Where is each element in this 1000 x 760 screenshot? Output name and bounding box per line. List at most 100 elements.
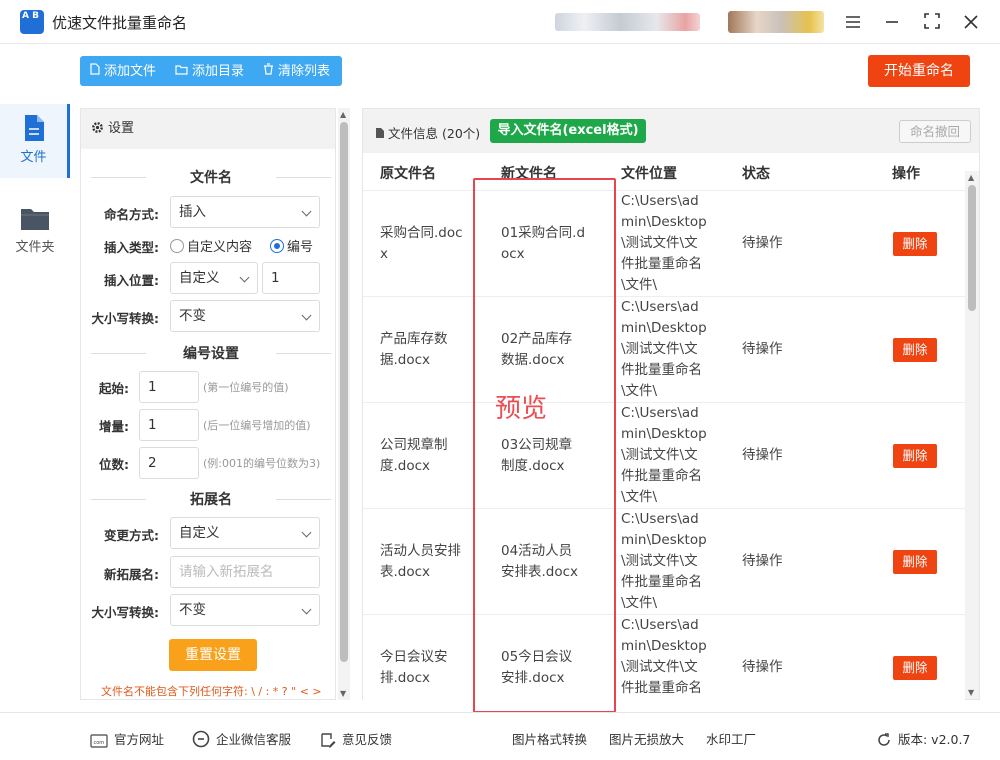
file-panel: 文件信息 (20个) 导入文件名(excel格式) 命名撤回 原文件名 新文件名 … <box>362 108 980 721</box>
cell-location: C:\Users\ad min\Desktop \测试文件\文 件批量重命名 \文件\ <box>621 509 707 614</box>
cell-original-name: 产品库存数 据.docx <box>380 329 448 371</box>
cell-location-line: 件批量重命名 <box>621 468 702 484</box>
feedback-link[interactable]: 意见反馈 <box>320 729 392 748</box>
settings-title: 设置 <box>108 121 135 136</box>
close-icon[interactable] <box>958 9 984 35</box>
nav-item-folder[interactable]: 文件夹 <box>0 196 70 270</box>
settings-panel: 设置 文件名 命名方式: 插入 插入类型: 自定义内容 编号 插入位置: 自定义… <box>80 108 336 700</box>
cell-status: 待操作 <box>742 659 783 675</box>
delete-button[interactable]: 删除 <box>893 338 937 362</box>
scroll-down-icon[interactable]: ▼ <box>968 688 974 697</box>
ext-case-select[interactable]: 不变 <box>170 594 320 626</box>
gear-icon <box>92 122 103 133</box>
menu-icon[interactable] <box>840 9 866 35</box>
digits-input[interactable]: 2 <box>139 447 199 479</box>
scroll-thumb[interactable] <box>340 122 348 662</box>
file-panel-header: 文件信息 (20个) 导入文件名(excel格式) 命名撤回 <box>363 109 979 153</box>
delete-button[interactable]: 删除 <box>893 550 937 574</box>
section-filename: 文件名 <box>91 167 331 187</box>
chevron-down-icon <box>301 604 312 615</box>
start-rename-button[interactable]: 开始重命名 <box>868 55 970 87</box>
maximize-icon[interactable] <box>919 9 945 35</box>
cell-original-name-line: x <box>380 246 388 262</box>
table-row[interactable]: 采购合同.doc x 01采购合同.d ocx C:\Users\ad min\Deskt… <box>363 191 965 297</box>
table-row[interactable]: 产品库存数 据.docx 02产品库存 数据.docx C:\Users\ad min\D… <box>363 297 965 403</box>
feedback-label: 意见反馈 <box>342 732 393 747</box>
table-row[interactable]: 活动人员安排 表.docx 04活动人员 安排表.docx C:\Users\ad min… <box>363 509 965 615</box>
naming-method-value: 插入 <box>179 204 206 220</box>
cell-location-line: 件批量重命名 <box>621 680 702 696</box>
radio-custom-content[interactable]: 自定义内容 <box>170 236 252 255</box>
scroll-up-icon[interactable]: ▲ <box>340 110 346 119</box>
start-label: 起始: <box>99 381 129 396</box>
ext-method-select[interactable]: 自定义 <box>170 517 320 549</box>
user-account-blurred[interactable] <box>555 13 700 31</box>
col-original-name: 原文件名 <box>380 166 436 182</box>
step-hint: (后一位编号增加的值) <box>203 419 311 432</box>
chevron-down-icon <box>239 272 250 283</box>
user-avatar-blurred[interactable] <box>728 11 824 33</box>
app-logo-icon: A B <box>20 10 44 34</box>
website-label: 官方网址 <box>114 732 165 747</box>
website-link[interactable]: com 官方网址 <box>90 729 164 748</box>
cell-location-line: \文件\ <box>621 277 658 293</box>
add-dir-button[interactable]: 添加目录 <box>175 56 244 86</box>
settings-scrollbar[interactable]: ▲ ▼ <box>338 108 350 700</box>
chevron-down-icon <box>301 527 312 538</box>
table-row[interactable]: 今日会议安 排.docx 05今日会议 安排.docx C:\Users\ad min\D… <box>363 615 965 721</box>
file-info-label: 文件信息 <box>388 126 439 141</box>
table-row[interactable]: 公司规章制 度.docx 03公司规章 制度.docx C:\Users\ad min\D… <box>363 403 965 509</box>
clear-list-button[interactable]: 清除列表 <box>263 56 330 86</box>
delete-button[interactable]: 删除 <box>893 444 937 468</box>
cell-original-name-line: 度.docx <box>380 458 431 474</box>
new-ext-input[interactable]: 请输入新拓展名 <box>170 556 320 588</box>
scroll-down-icon[interactable]: ▼ <box>340 689 346 698</box>
cell-original-name-line: 活动人员安排 <box>380 543 461 559</box>
scroll-thumb[interactable] <box>968 185 976 311</box>
cell-location-line: C:\Users\ad <box>621 405 699 421</box>
watermark-link[interactable]: 水印工厂 <box>706 729 756 748</box>
file-info: 文件信息 (20个) <box>375 123 480 142</box>
delete-button[interactable]: 删除 <box>893 656 937 680</box>
file-icon <box>90 56 100 86</box>
nav-item-file[interactable]: 文件 <box>0 104 70 178</box>
undo-rename-button[interactable]: 命名撤回 <box>899 120 971 143</box>
table-scrollbar[interactable]: ▲ ▼ <box>965 171 979 699</box>
radio-numbering[interactable]: 编号 <box>270 236 313 255</box>
case-select[interactable]: 不变 <box>170 300 320 332</box>
insert-pos-label: 插入位置: <box>104 273 159 288</box>
delete-button[interactable]: 删除 <box>893 232 937 256</box>
step-input[interactable]: 1 <box>139 409 199 441</box>
reset-settings-button[interactable]: 重置设置 <box>169 639 257 671</box>
add-dir-label: 添加目录 <box>192 64 245 79</box>
version-info[interactable]: 版本: v2.0.7 <box>876 729 970 748</box>
insert-type-label: 插入类型: <box>104 240 159 255</box>
img-convert-link[interactable]: 图片格式转换 <box>512 729 587 748</box>
preview-highlight-box <box>473 178 616 713</box>
new-ext-label: 新拓展名: <box>104 567 159 582</box>
import-excel-button[interactable]: 导入文件名(excel格式) <box>490 119 646 143</box>
title-bar: A B 优速文件批量重命名 <box>0 0 1000 44</box>
start-input[interactable]: 1 <box>139 371 199 403</box>
insert-pos-number[interactable]: 1 <box>262 262 320 294</box>
img-enlarge-link[interactable]: 图片无损放大 <box>609 729 684 748</box>
cell-original-name-line: 采购合同.doc <box>380 225 463 241</box>
minimize-icon[interactable] <box>879 9 905 35</box>
case-label: 大小写转换: <box>91 311 160 326</box>
cell-location-line: 件批量重命名 <box>621 256 702 272</box>
insert-pos-select[interactable]: 自定义 <box>170 262 258 294</box>
digits-label: 位数: <box>99 457 129 472</box>
wechat-link[interactable]: 企业微信客服 <box>192 729 291 748</box>
filename-warning: 文件名不能包含下列任何字符: \ / : * ? " < > <box>101 685 322 698</box>
file-icon <box>376 128 384 138</box>
cell-location: C:\Users\ad min\Desktop \测试文件\文 件批量重命名 \文件\ <box>621 403 707 508</box>
cell-location-line: min\Desktop <box>621 214 707 230</box>
naming-method-select[interactable]: 插入 <box>170 196 320 228</box>
add-file-label: 添加文件 <box>104 64 157 79</box>
svg-text:com: com <box>94 740 105 746</box>
cell-status: 待操作 <box>742 341 783 357</box>
add-file-button[interactable]: 添加文件 <box>90 56 156 86</box>
cell-location-line: \测试文件\文 <box>621 553 698 569</box>
cell-location-line: 件批量重命名 <box>621 362 702 378</box>
scroll-up-icon[interactable]: ▲ <box>968 173 974 182</box>
